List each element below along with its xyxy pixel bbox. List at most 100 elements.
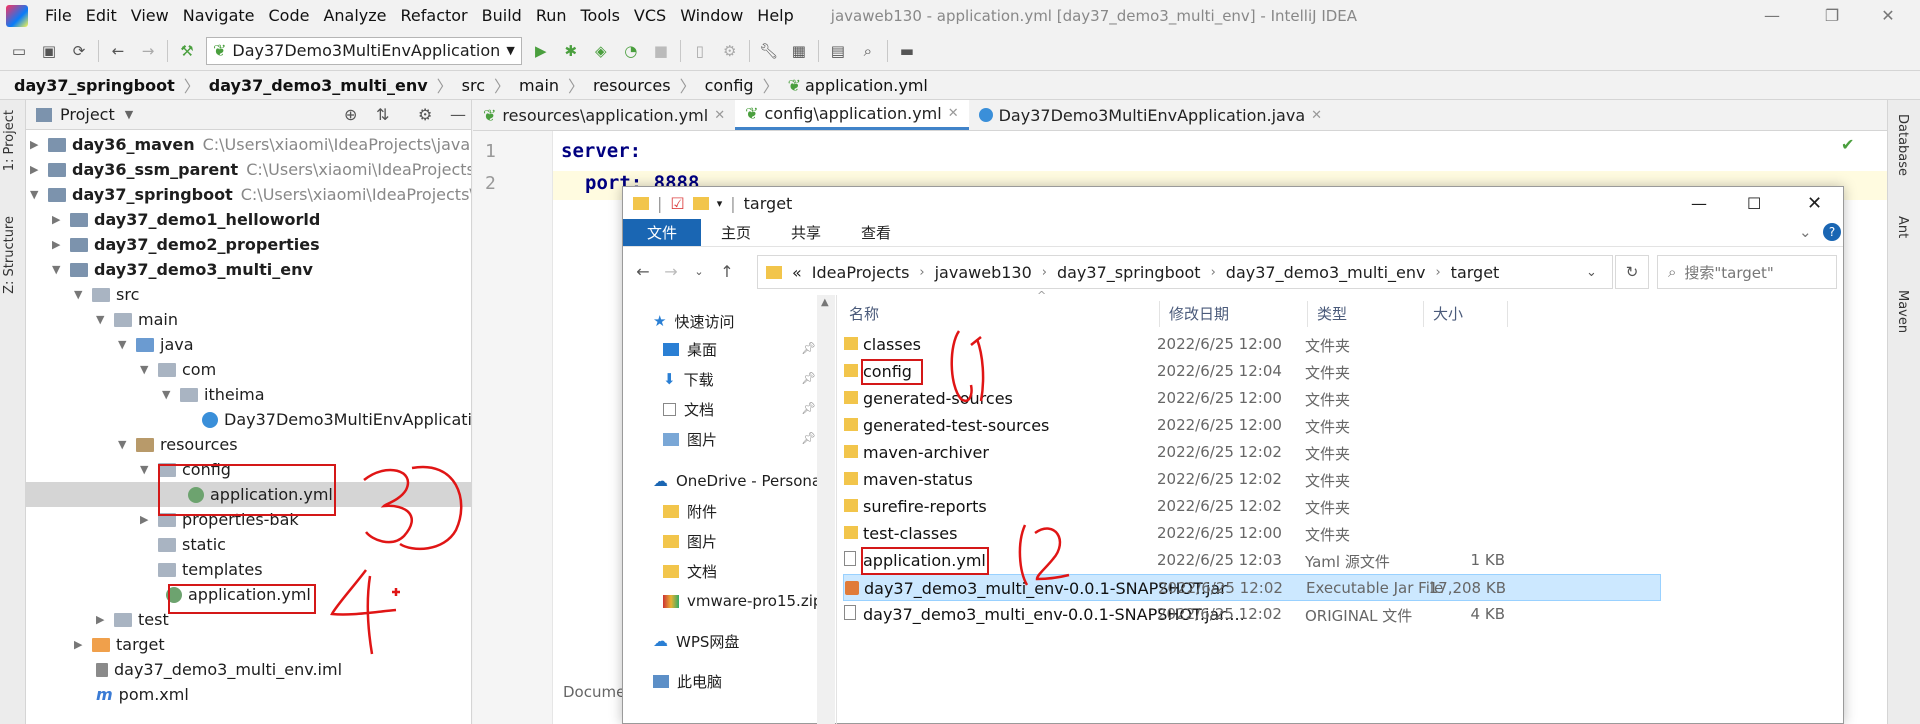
column-header-type[interactable]: 类型 <box>1317 303 1347 324</box>
nav-item-onedrive-pictures[interactable]: 图片 <box>663 527 717 555</box>
checkbox-icon[interactable]: ☑ <box>670 194 684 213</box>
tab-config-application-yml[interactable]: ❦ config\application.yml ✕ <box>735 100 969 130</box>
nav-item-onedrive[interactable]: ☁ OneDrive - Persona <box>653 467 821 495</box>
nav-item-vmware-zip[interactable]: vmware-pro15.zip <box>663 587 822 615</box>
tree-item-day37-demo3[interactable]: ▼ day37_demo3_multi_env <box>52 257 313 282</box>
hide-icon[interactable]: — <box>450 105 466 124</box>
save-icon[interactable]: ▣ <box>38 40 60 62</box>
tree-item-day36-maven[interactable]: ▶ day36_maven C:\Users\xiaomi\IdeaProjects… <box>30 132 471 157</box>
pin-icon[interactable]: 📌︎ <box>801 341 816 355</box>
ribbon-tab-file[interactable]: 文件 <box>623 219 702 246</box>
menu-code[interactable]: Code <box>262 6 317 25</box>
nav-item-onedrive-documents[interactable]: 文档 <box>663 557 717 585</box>
profile-icon[interactable]: ◔ <box>620 40 642 62</box>
gear-icon[interactable]: ⚙ <box>418 105 432 124</box>
back-arrow-icon[interactable]: ← <box>629 262 657 281</box>
help-icon[interactable]: ? <box>1823 223 1841 241</box>
tree-item-itheima[interactable]: ▼ itheima <box>162 382 265 407</box>
menu-build[interactable]: Build <box>475 6 529 25</box>
nav-item-downloads[interactable]: ⬇ 下载 <box>663 365 714 393</box>
nav-item-quick-access[interactable]: ★ 快速访问 <box>653 307 734 335</box>
address-overflow[interactable]: « <box>792 263 802 282</box>
tree-item-com[interactable]: ▼ com <box>140 357 216 382</box>
project-tool-tab[interactable]: 1: Project <box>2 110 17 171</box>
terminal-icon[interactable]: ▤ <box>827 40 849 62</box>
address-segment[interactable]: IdeaProjects <box>812 263 910 282</box>
project-panel-title[interactable]: Project <box>60 105 115 124</box>
stop-icon[interactable]: ■ <box>650 40 672 62</box>
close-tab-icon[interactable]: ✕ <box>948 106 959 121</box>
column-divider[interactable] <box>1159 301 1160 327</box>
tree-item-pom[interactable]: m pom.xml <box>96 682 189 707</box>
tree-item-main[interactable]: ▼ main <box>96 307 178 332</box>
search-input[interactable]: ⌕ 搜索"target" <box>1657 255 1837 289</box>
folder-icon[interactable]: ▬ <box>896 40 918 62</box>
menu-edit[interactable]: Edit <box>79 6 124 25</box>
ribbon-tab-view[interactable]: 查看 <box>841 219 911 246</box>
nav-item-pictures[interactable]: 图片 <box>663 425 717 453</box>
address-bar[interactable]: « IdeaProjects › javaweb130 › day37_spring… <box>757 255 1613 289</box>
file-row[interactable]: generated-test-sources 2022/6/25 12:00 文件夹 <box>843 412 1661 439</box>
column-divider[interactable] <box>1423 301 1424 327</box>
tree-item-day36-ssm-parent[interactable]: ▶ day36_ssm_parent C:\Users\xiaomi\IdeaPro… <box>30 157 471 182</box>
nav-item-desktop[interactable]: 桌面 <box>663 335 717 363</box>
collapse-all-icon[interactable]: ⇅ <box>376 105 389 124</box>
tree-item-src[interactable]: ▼ src <box>74 282 139 307</box>
coverage-icon[interactable]: ◈ <box>590 40 612 62</box>
pin-icon[interactable]: 📌︎ <box>801 431 816 445</box>
column-divider[interactable] <box>1307 301 1308 327</box>
build-hammer-icon[interactable]: ⚒ <box>176 40 198 62</box>
refresh-button[interactable]: ↻ <box>1615 255 1649 289</box>
nav-pane-scrollbar[interactable]: ▲ <box>817 295 835 724</box>
forward-arrow-icon[interactable]: → <box>657 262 685 281</box>
breadcrumb-item[interactable]: resources <box>593 76 671 95</box>
file-row-selected[interactable]: day37_demo3_multi_env-0.0.1-SNAPSHOT.jar… <box>843 574 1661 601</box>
chevron-down-icon[interactable]: ▾ <box>717 197 723 210</box>
open-folder-icon[interactable]: ▭ <box>8 40 30 62</box>
restore-icon[interactable]: ❐ <box>1812 0 1852 31</box>
menu-vcs[interactable]: VCS <box>627 6 673 25</box>
nav-item-documents[interactable]: 文档 <box>663 395 714 423</box>
close-icon[interactable]: ✕ <box>1868 0 1908 31</box>
close-tab-icon[interactable]: ✕ <box>1311 108 1322 123</box>
debug-icon[interactable]: ✱ <box>560 40 582 62</box>
tree-item-test[interactable]: ▶ test <box>96 607 169 632</box>
nav-item-this-pc[interactable]: 此电脑 <box>653 667 722 695</box>
menu-tools[interactable]: Tools <box>574 6 627 25</box>
database-tool-tab[interactable]: Database <box>1895 114 1910 176</box>
maven-tool-tab[interactable]: Maven <box>1895 290 1910 333</box>
menu-navigate[interactable]: Navigate <box>176 6 262 25</box>
address-segment[interactable]: javaweb130 <box>935 263 1032 282</box>
tab-resources-application-yml[interactable]: ❦ resources\application.yml ✕ <box>473 100 735 130</box>
close-icon[interactable]: ✕ <box>1807 193 1822 214</box>
tree-item-day37-springboot[interactable]: ▼ day37_springboot C:\Users\xiaomi\IdeaPro… <box>30 182 471 207</box>
minimize-icon[interactable]: — <box>1752 0 1792 31</box>
tree-item-day37-demo1[interactable]: ▶ day37_demo1_helloworld <box>52 207 320 232</box>
ribbon-tab-home[interactable]: 主页 <box>701 219 771 246</box>
breadcrumb-item[interactable]: application.yml <box>805 76 928 95</box>
column-header-name[interactable]: 名称 <box>849 303 879 324</box>
locate-icon[interactable]: ⊕ <box>344 105 357 124</box>
tree-item-templates[interactable]: templates <box>158 557 263 582</box>
ant-tool-tab[interactable]: Ant <box>1895 216 1910 238</box>
address-segment[interactable]: day37_demo3_multi_env <box>1226 263 1426 282</box>
project-structure-icon[interactable]: ▦ <box>788 40 810 62</box>
file-row[interactable]: surefire-reports 2022/6/25 12:02 文件夹 <box>843 493 1661 520</box>
menu-help[interactable]: Help <box>750 6 800 25</box>
column-header-size[interactable]: 大小 <box>1433 303 1463 324</box>
column-divider[interactable] <box>1507 301 1508 327</box>
chevron-down-icon[interactable]: ⌄ <box>1799 223 1812 241</box>
nav-item-wps[interactable]: ☁ WPS网盘 <box>653 627 739 655</box>
tree-item-static[interactable]: static <box>158 532 226 557</box>
sync-icon[interactable]: ⟳ <box>68 40 90 62</box>
menu-file[interactable]: File <box>38 6 79 25</box>
wrench-icon[interactable]: 🔧︎ <box>758 40 780 62</box>
column-header-date[interactable]: 修改日期 <box>1169 303 1229 324</box>
breadcrumb-item[interactable]: config <box>705 76 754 95</box>
file-row[interactable]: day37_demo3_multi_env-0.0.1-SNAPSHOT.jar… <box>843 601 1661 628</box>
breadcrumb-item[interactable]: src <box>462 76 485 95</box>
menu-run[interactable]: Run <box>529 6 574 25</box>
breadcrumb-item[interactable]: day37_springboot <box>14 76 175 95</box>
tree-item-application-class[interactable]: Day37Demo3MultiEnvApplication <box>202 407 471 432</box>
run-icon[interactable]: ▶ <box>530 40 552 62</box>
